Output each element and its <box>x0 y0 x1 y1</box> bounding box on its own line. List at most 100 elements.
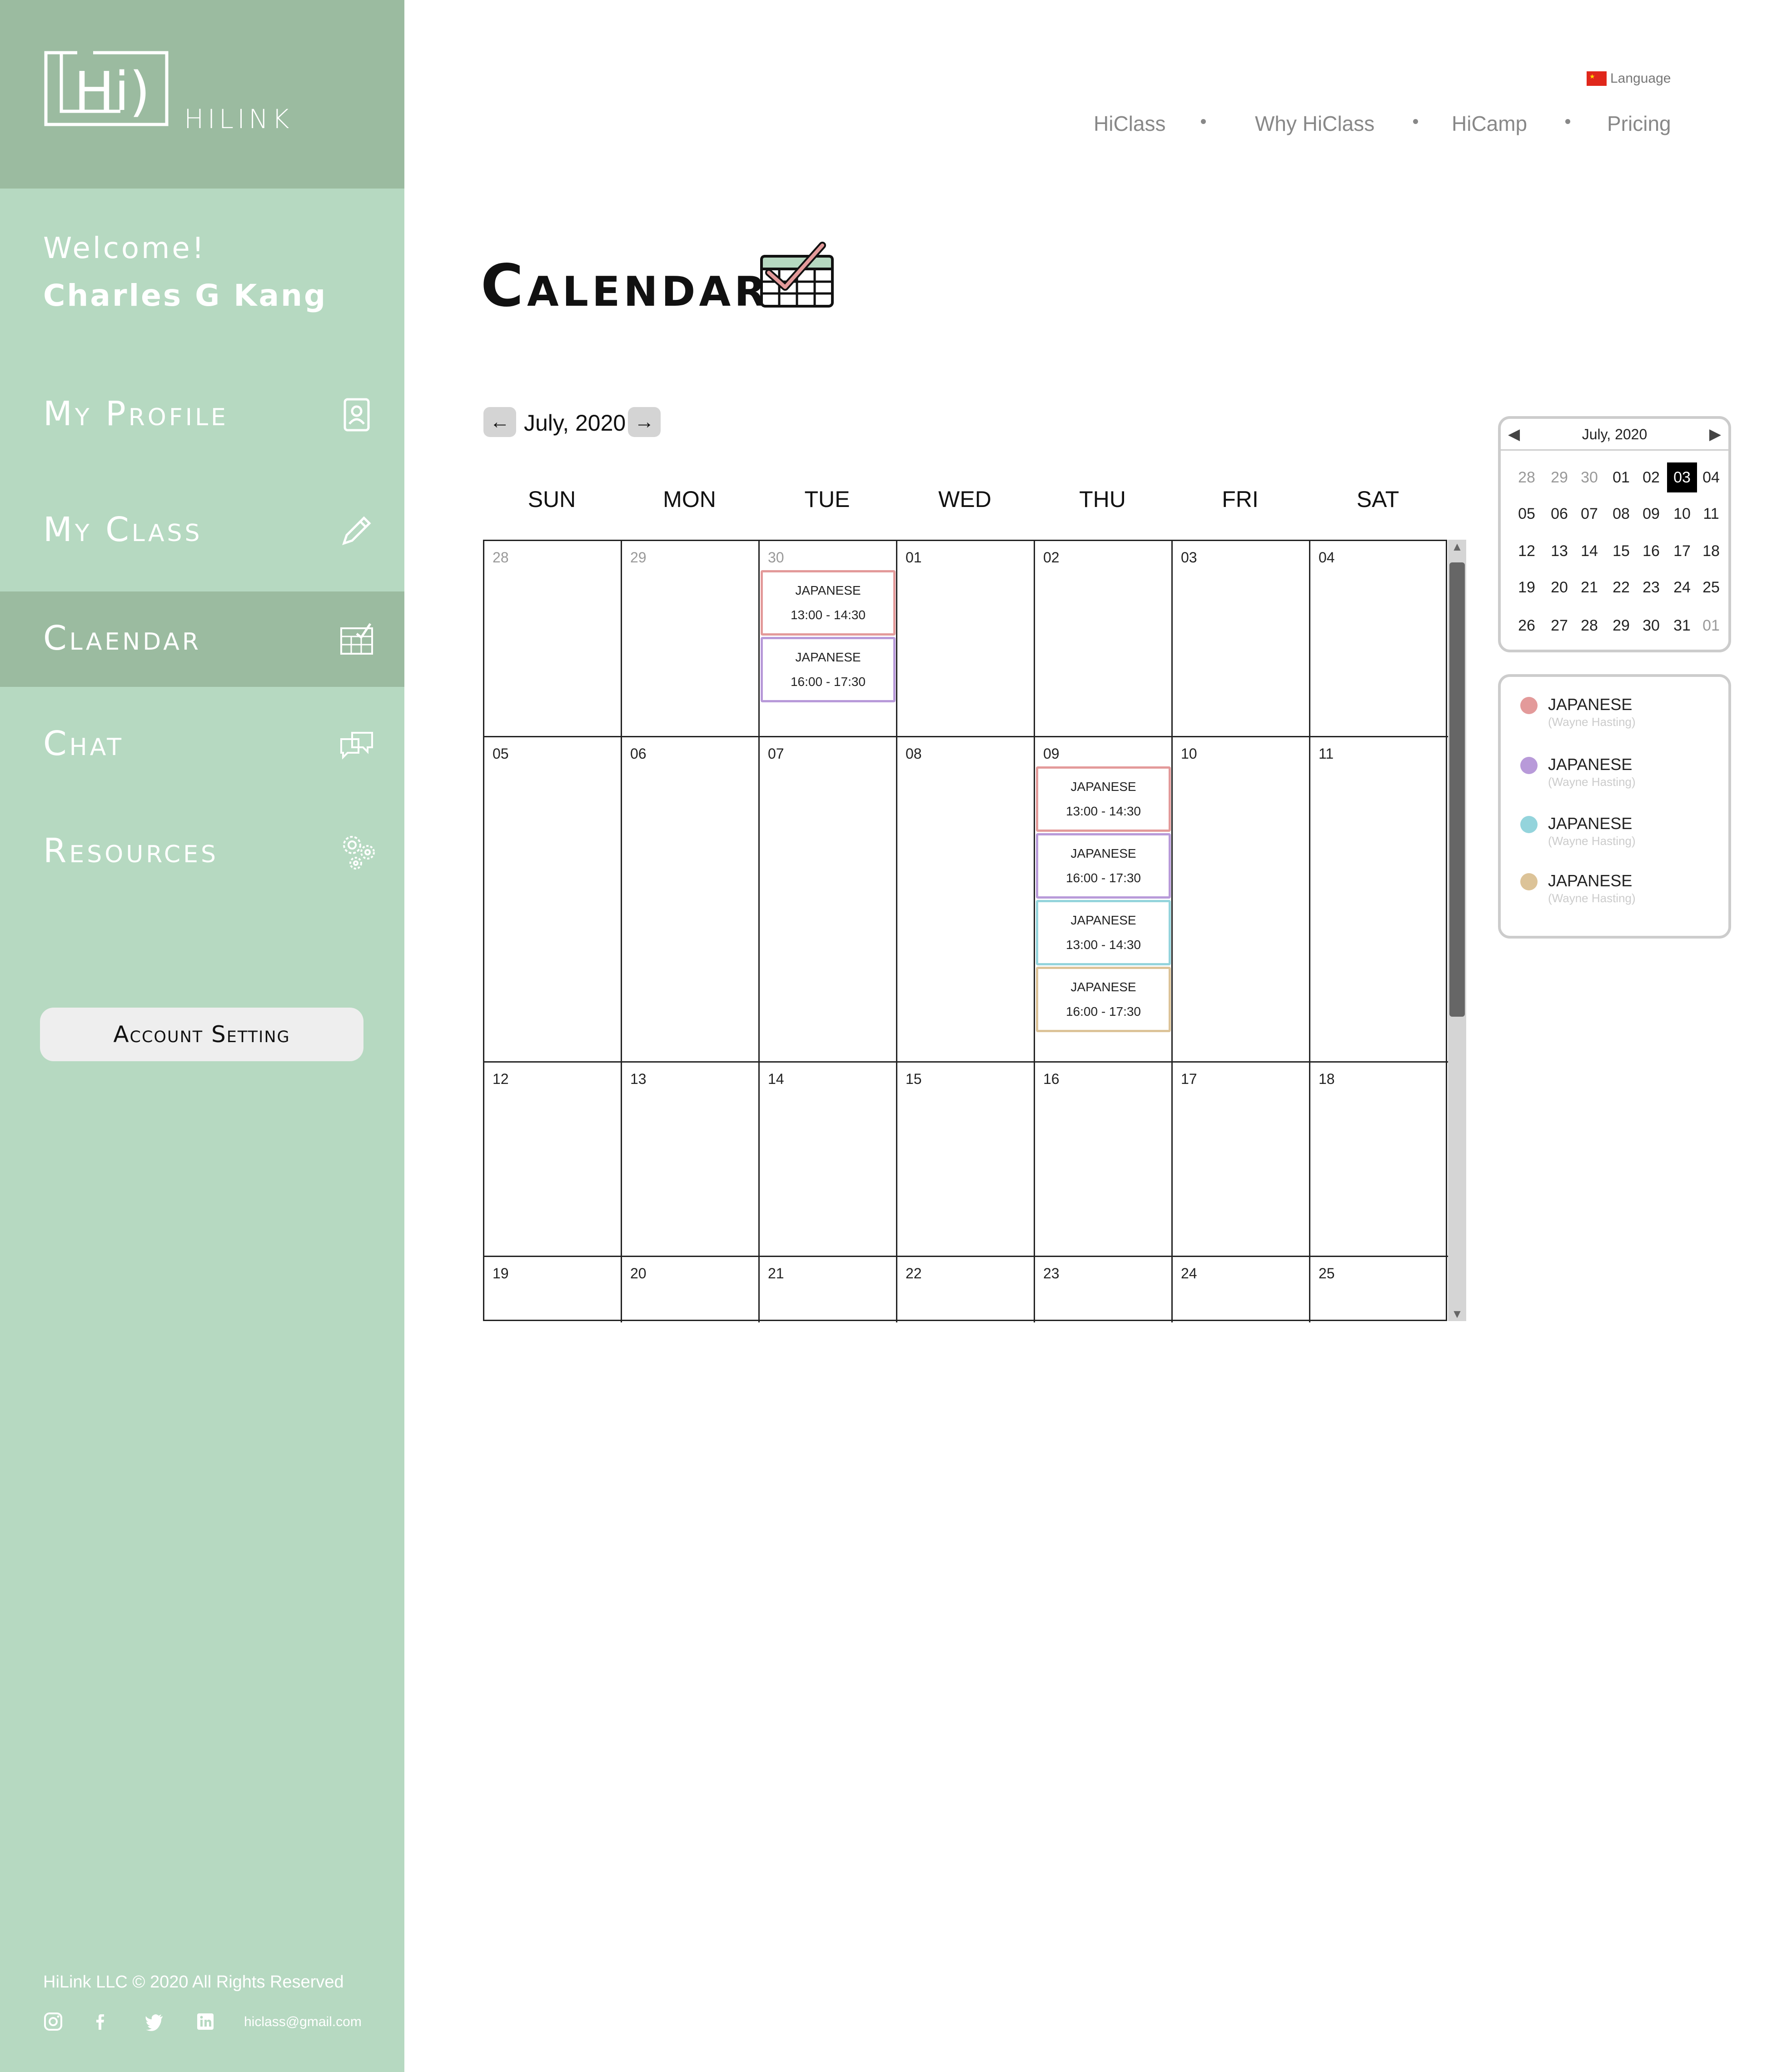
footer-email[interactable]: hiclass@gmail.com <box>244 2014 362 2030</box>
calendar-day-cell[interactable]: 15 <box>897 1063 1035 1257</box>
prev-month-button[interactable]: ← <box>483 407 516 437</box>
mini-day[interactable]: 29 <box>1606 611 1636 641</box>
scroll-up-icon[interactable]: ▲ <box>1448 540 1466 554</box>
mini-day[interactable]: 30 <box>1636 611 1666 641</box>
mini-day[interactable]: 29 <box>1544 462 1574 492</box>
mini-day[interactable]: 18 <box>1696 536 1726 566</box>
mini-day[interactable]: 21 <box>1574 572 1604 602</box>
class-event[interactable]: JAPANESE 13:00 - 14:30 <box>1036 900 1171 965</box>
mini-day[interactable]: 06 <box>1544 499 1574 529</box>
calendar-day-cell[interactable]: 12 <box>484 1063 622 1257</box>
calendar-day-cell[interactable]: 01 <box>897 541 1035 737</box>
nav-link-hicamp[interactable]: HiCamp <box>1452 111 1527 136</box>
sidebar-item-resources[interactable]: Resources <box>0 804 404 899</box>
mini-day[interactable]: 12 <box>1512 536 1542 566</box>
mini-day[interactable]: 24 <box>1667 572 1697 602</box>
day-number: 20 <box>630 1265 647 1282</box>
sidebar-item-my-profile[interactable]: My Profile <box>0 367 404 462</box>
mini-day[interactable]: 20 <box>1544 572 1574 602</box>
calendar-day-cell[interactable]: 04 <box>1310 541 1448 737</box>
calendar-day-cell[interactable]: 13 <box>622 1063 760 1257</box>
calendar-day-cell[interactable]: 18 <box>1310 1063 1448 1257</box>
language-selector[interactable]: ★ Language <box>1587 71 1671 86</box>
class-event[interactable]: JAPANESE 13:00 - 14:30 <box>761 570 896 636</box>
calendar-day-cell[interactable]: 20 <box>622 1257 760 1322</box>
mini-day[interactable]: 14 <box>1574 536 1604 566</box>
mini-day[interactable]: 22 <box>1606 572 1636 602</box>
nav-link-pricing[interactable]: Pricing <box>1607 111 1671 136</box>
mini-day[interactable]: 31 <box>1667 611 1697 641</box>
legend-color-dot <box>1520 816 1538 833</box>
mini-day[interactable]: 03 <box>1667 462 1697 492</box>
mini-next-icon[interactable]: ▶ <box>1709 425 1721 443</box>
mini-day[interactable]: 27 <box>1544 611 1574 641</box>
mini-day[interactable]: 13 <box>1544 536 1574 566</box>
mini-day[interactable]: 15 <box>1606 536 1636 566</box>
class-event[interactable]: JAPANESE 16:00 - 17:30 <box>1036 833 1171 899</box>
mini-day[interactable]: 05 <box>1512 499 1542 529</box>
mini-day[interactable]: 01 <box>1606 462 1636 492</box>
mini-day[interactable]: 07 <box>1574 499 1604 529</box>
calendar-day-cell[interactable]: 07 <box>760 737 897 1063</box>
calendar-day-cell[interactable]: 22 <box>897 1257 1035 1322</box>
calendar-day-cell[interactable]: 02 <box>1035 541 1173 737</box>
mini-day[interactable]: 26 <box>1512 611 1542 641</box>
calendar-day-cell[interactable]: 03 <box>1173 541 1310 737</box>
nav-link-why-hiclass[interactable]: Why HiClass <box>1255 111 1374 136</box>
calendar-day-cell[interactable]: 29 <box>622 541 760 737</box>
instagram-icon[interactable] <box>43 2012 63 2032</box>
sidebar-item-chat[interactable]: Chat <box>0 697 404 792</box>
scroll-thumb[interactable] <box>1449 562 1465 1017</box>
calendar-day-cell[interactable]: 08 <box>897 737 1035 1063</box>
legend-class-name: JAPANESE <box>1548 871 1633 890</box>
hilink-logo[interactable]: Hi) <box>43 50 171 128</box>
sidebar-item-calendar[interactable]: Claendar <box>0 591 404 687</box>
sidebar-item-my-class[interactable]: My Class <box>0 483 404 578</box>
mini-day[interactable]: 23 <box>1636 572 1666 602</box>
class-event[interactable]: JAPANESE 16:00 - 17:30 <box>1036 967 1171 1032</box>
mini-day[interactable]: 02 <box>1636 462 1666 492</box>
facebook-icon[interactable] <box>91 2012 111 2032</box>
linkedin-icon[interactable] <box>195 2012 215 2032</box>
calendar-day-cell[interactable]: 10 <box>1173 737 1310 1063</box>
calendar-day-cell[interactable]: 30 JAPANESE 13:00 - 14:30 JAPANESE 16:00 - 1… <box>760 541 897 737</box>
calendar-day-cell[interactable]: 06 <box>622 737 760 1063</box>
class-event[interactable]: JAPANESE 13:00 - 14:30 <box>1036 766 1171 832</box>
mini-day[interactable]: 17 <box>1667 536 1697 566</box>
calendar-day-cell[interactable]: 16 <box>1035 1063 1173 1257</box>
calendar-scrollbar[interactable]: ▲ ▼ <box>1448 540 1466 1321</box>
calendar-day-cell[interactable]: 14 <box>760 1063 897 1257</box>
mini-day[interactable]: 11 <box>1696 499 1726 529</box>
day-number: 22 <box>906 1265 922 1282</box>
mini-day[interactable]: 09 <box>1636 499 1666 529</box>
class-event[interactable]: JAPANESE 16:00 - 17:30 <box>761 637 896 702</box>
mini-day[interactable]: 19 <box>1512 572 1542 602</box>
mini-day[interactable]: 28 <box>1574 611 1604 641</box>
calendar-day-cell[interactable]: 23 <box>1035 1257 1173 1322</box>
calendar-day-cell[interactable]: 11 <box>1310 737 1448 1063</box>
calendar-day-cell[interactable]: 24 <box>1173 1257 1310 1322</box>
scroll-down-icon[interactable]: ▼ <box>1448 1307 1466 1321</box>
next-month-button[interactable]: → <box>628 407 661 437</box>
nav-link-hiclass[interactable]: HiClass <box>1094 111 1165 136</box>
calendar-day-cell[interactable]: 21 <box>760 1257 897 1322</box>
calendar-day-cell[interactable]: 19 <box>484 1257 622 1322</box>
mini-day[interactable]: 28 <box>1512 462 1542 492</box>
mini-day[interactable]: 10 <box>1667 499 1697 529</box>
calendar-day-cell[interactable]: 25 <box>1310 1257 1448 1322</box>
mini-day[interactable]: 08 <box>1606 499 1636 529</box>
calendar-day-cell[interactable]: 09 JAPANESE 13:00 - 14:30 JAPANESE 16:00 - 1… <box>1035 737 1173 1063</box>
calendar-day-cell[interactable]: 28 <box>484 541 622 737</box>
mini-day[interactable]: 25 <box>1696 572 1726 602</box>
mini-day[interactable]: 04 <box>1696 462 1726 492</box>
mini-day[interactable]: 30 <box>1574 462 1604 492</box>
mini-day[interactable]: 16 <box>1636 536 1666 566</box>
twitter-icon[interactable] <box>144 2012 164 2032</box>
account-setting-button[interactable]: Account Setting <box>40 1008 363 1061</box>
calendar-day-cell[interactable]: 05 <box>484 737 622 1063</box>
event-title: JAPANESE <box>1070 846 1136 860</box>
sidebar-item-label: Resources <box>43 831 219 870</box>
mini-day[interactable]: 01 <box>1696 611 1726 641</box>
day-number: 16 <box>1043 1071 1060 1087</box>
calendar-day-cell[interactable]: 17 <box>1173 1063 1310 1257</box>
